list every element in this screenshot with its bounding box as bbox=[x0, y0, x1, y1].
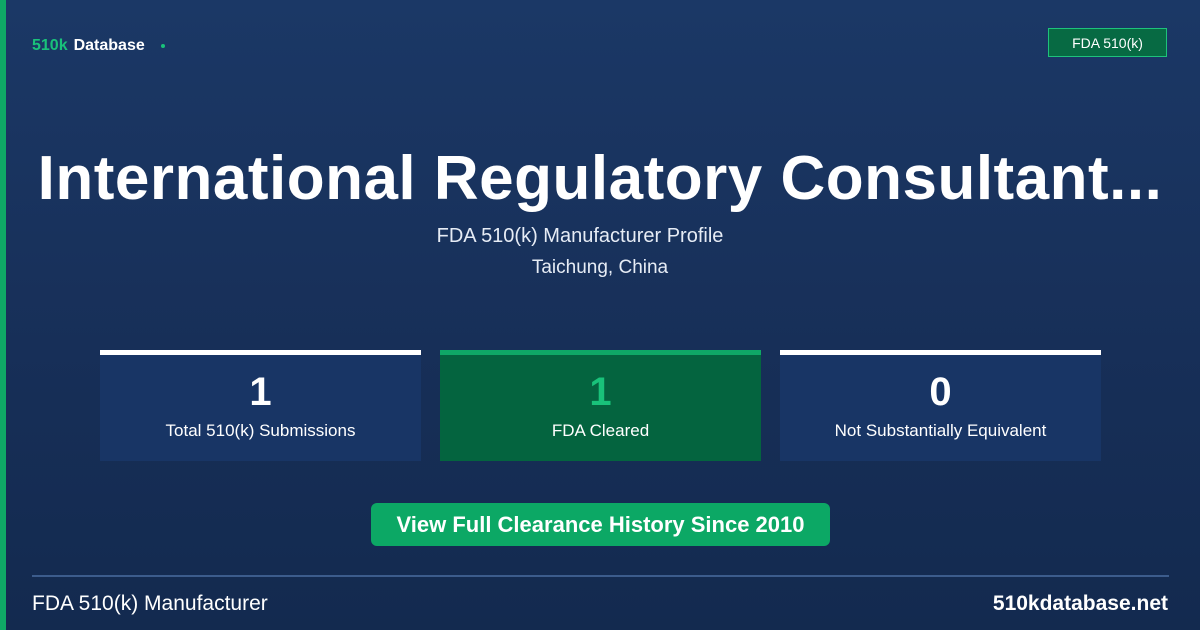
footer-divider bbox=[32, 575, 1169, 577]
stat-value: 1 bbox=[249, 370, 272, 414]
profile-subtitle: FDA 510(k) Manufacturer Profile bbox=[436, 225, 724, 247]
stat-card-total-submissions: 1 Total 510(k) Submissions bbox=[100, 350, 421, 461]
view-clearance-history-button[interactable]: View Full Clearance History Since 2010 bbox=[371, 503, 830, 546]
footer-manufacturer-label: FDA 510(k) Manufacturer bbox=[32, 592, 268, 615]
manufacturer-title: International Regulatory Consultant... bbox=[37, 144, 1163, 213]
stat-label: FDA Cleared bbox=[551, 421, 650, 440]
brand-dot-icon bbox=[160, 44, 165, 48]
stat-value: 0 bbox=[929, 370, 952, 414]
brand-accent-text: 510k bbox=[32, 37, 68, 54]
brand-name-text: Database bbox=[73, 37, 145, 54]
stat-value: 1 bbox=[589, 370, 612, 414]
left-accent-bar bbox=[0, 0, 6, 630]
stat-label: Not Substantially Equivalent bbox=[834, 421, 1047, 440]
stat-label: Total 510(k) Submissions bbox=[165, 421, 356, 440]
stat-card-fda-cleared: 1 FDA Cleared bbox=[440, 350, 761, 461]
footer-site-link[interactable]: 510kdatabase.net bbox=[993, 591, 1168, 617]
brand-logo[interactable]: 510k Database bbox=[32, 36, 165, 56]
stat-card-not-substantially-equivalent: 0 Not Substantially Equivalent bbox=[780, 350, 1101, 461]
fda-510k-badge: FDA 510(k) bbox=[1048, 28, 1167, 57]
manufacturer-location: Taichung, China bbox=[531, 257, 669, 278]
